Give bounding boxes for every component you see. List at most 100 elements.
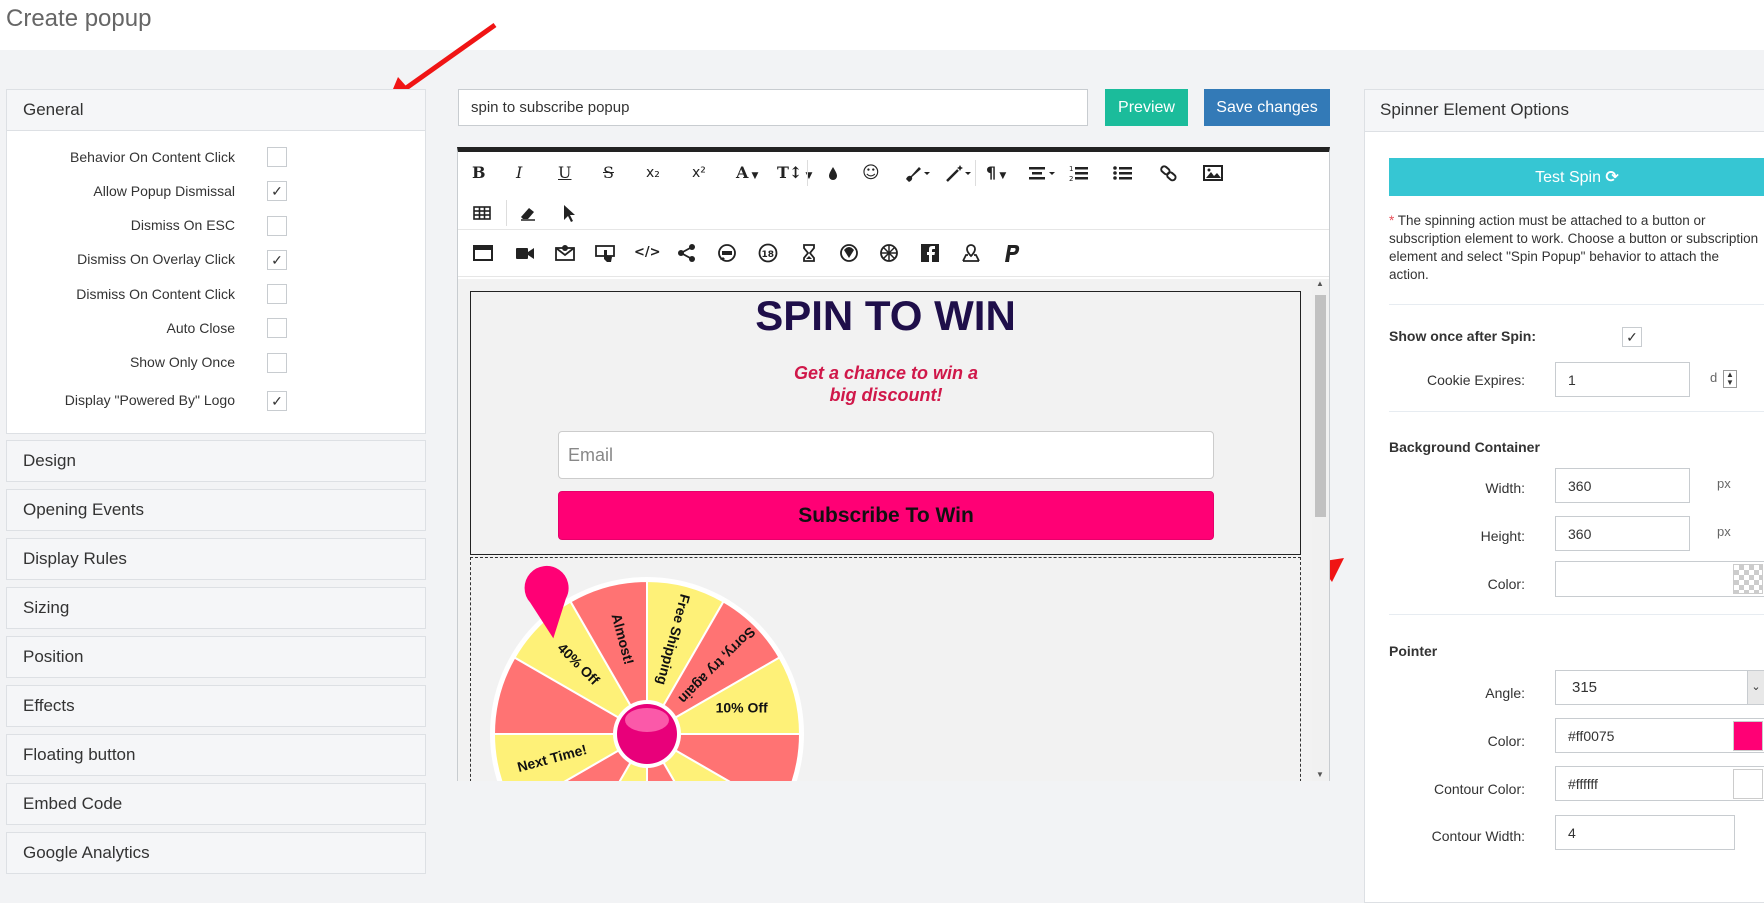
link-icon[interactable]: [1158, 160, 1180, 186]
toolbar-separator: [975, 160, 976, 186]
preview-button[interactable]: Preview: [1105, 89, 1188, 126]
bg-color-label: Color:: [1487, 576, 1525, 592]
strikethrough-button[interactable]: S: [603, 160, 614, 186]
facebook-icon[interactable]: [920, 240, 940, 266]
contour-color-swatch[interactable]: [1733, 769, 1763, 799]
svg-text:18: 18: [762, 250, 775, 260]
cookie-expires-label: Cookie Expires:: [1426, 372, 1525, 388]
caret-down-icon: ▼: [748, 171, 759, 181]
divider: [1389, 614, 1764, 615]
paragraph-icon[interactable]: ¶ ▼: [986, 160, 1006, 186]
page-title: Create popup: [6, 5, 152, 32]
checkbox-dismiss-on-overlay-click[interactable]: ✓: [267, 250, 287, 270]
editor: B I U S x₂ x² A ▼ T↕ ▼ ☺ ¶ ▼ 12 </> 18 S…: [457, 147, 1330, 781]
contour-width-label: Contour Width:: [1431, 828, 1525, 844]
contour-width-input[interactable]: [1555, 815, 1735, 850]
spinner-element[interactable]: Next Time! 40% Off Almost! Free Shipping Sor…: [470, 557, 1301, 781]
accordion-floating-button[interactable]: Floating button: [6, 734, 426, 776]
accordion-embed-code[interactable]: Embed Code: [6, 783, 426, 825]
bold-button[interactable]: B: [472, 160, 486, 186]
age-verification-icon[interactable]: 18: [756, 240, 780, 266]
width-unit: px: [1717, 476, 1731, 491]
cookie-expires-input[interactable]: [1555, 362, 1690, 397]
checkbox-show-only-once[interactable]: [267, 353, 287, 373]
italic-button[interactable]: I: [516, 160, 522, 186]
paint-brush-icon[interactable]: [902, 160, 932, 186]
emoji-icon[interactable]: ☺: [862, 160, 880, 186]
wheel-icon[interactable]: [878, 240, 900, 266]
font-family-button[interactable]: A ▼: [736, 160, 758, 186]
save-changes-button[interactable]: Save changes: [1204, 89, 1330, 126]
accordion-general[interactable]: General: [6, 89, 426, 131]
popup-subtitle: Get a chance to win a big discount!: [793, 363, 979, 405]
checkbox-allow-popup-dismissal[interactable]: ✓: [267, 181, 287, 201]
table-icon[interactable]: [472, 200, 492, 226]
align-center-icon[interactable]: [1024, 160, 1058, 186]
checkbox-dismiss-on-content-click[interactable]: [267, 284, 287, 304]
email-icon[interactable]: [554, 240, 576, 266]
show-once-checkbox[interactable]: ✓: [1622, 327, 1642, 347]
subscribe-button[interactable]: Subscribe To Win: [558, 491, 1214, 540]
popup-name-input[interactable]: [458, 89, 1088, 126]
code-icon[interactable]: </>: [634, 240, 661, 266]
panel-title: Spinner Element Options: [1365, 90, 1764, 132]
touch-button-icon[interactable]: [594, 240, 616, 266]
divider: [1389, 304, 1764, 305]
width-input[interactable]: [1555, 468, 1690, 503]
height-input[interactable]: [1555, 516, 1690, 551]
accordion-google-analytics[interactable]: Google Analytics: [6, 832, 426, 874]
accordion-display-rules[interactable]: Display Rules: [6, 538, 426, 580]
hourglass-icon[interactable]: [798, 240, 820, 266]
eraser-icon[interactable]: [518, 200, 538, 226]
window-icon[interactable]: [472, 240, 494, 266]
chevron-down-icon: ⌄: [1747, 671, 1764, 704]
map-marker-icon[interactable]: [960, 240, 982, 266]
toolbar-separator: [506, 200, 507, 226]
pointer-title: Pointer: [1389, 643, 1438, 659]
background-container-title: Background Container: [1389, 439, 1540, 455]
caret-down-icon: ▼: [996, 171, 1007, 181]
checkbox-dismiss-on-esc[interactable]: [267, 216, 287, 236]
popup-content[interactable]: SPIN TO WIN Get a chance to win a big di…: [470, 291, 1301, 555]
cookie-stepper[interactable]: ▲ ▼: [1723, 370, 1737, 388]
image-icon[interactable]: [1202, 160, 1224, 186]
required-star: *: [1389, 213, 1395, 228]
accordion-position[interactable]: Position: [6, 636, 426, 678]
paypal-icon[interactable]: [1000, 240, 1022, 266]
superscript-button[interactable]: x²: [692, 160, 706, 186]
toolbar-row: [458, 192, 1329, 234]
spin-wheel: Next Time!40% Off Almost! Free ShippingSor…: [490, 565, 804, 781]
chat-icon[interactable]: [716, 240, 738, 266]
scroll-thumb[interactable]: [1315, 295, 1326, 517]
scroll-down-icon[interactable]: ▼: [1316, 770, 1324, 779]
subscript-button[interactable]: x₂: [646, 160, 660, 186]
pointer-color-swatch[interactable]: [1733, 721, 1763, 751]
checkbox-auto-close[interactable]: [267, 318, 287, 338]
font-icon: A: [736, 163, 749, 182]
checkbox-powered-by-logo[interactable]: ✓: [267, 391, 287, 411]
cursor-icon[interactable]: [558, 200, 578, 226]
magic-wand-icon[interactable]: [943, 160, 973, 186]
top-bar: Create popup: [0, 0, 1764, 50]
underline-button[interactable]: U: [558, 160, 571, 186]
accordion-effects[interactable]: Effects: [6, 685, 426, 727]
option-label: Auto Close: [166, 320, 235, 336]
transparent-swatch[interactable]: [1733, 564, 1763, 594]
editor-scrollbar[interactable]: ▲ ▼: [1312, 279, 1329, 781]
video-icon[interactable]: [514, 240, 536, 266]
accordion-design[interactable]: Design: [6, 440, 426, 482]
unordered-list-icon[interactable]: [1112, 160, 1134, 186]
accordion-opening-events[interactable]: Opening Events: [6, 489, 426, 531]
test-spin-button[interactable]: Test Spin ⟳: [1389, 158, 1764, 196]
share-icon[interactable]: [676, 240, 698, 266]
checkbox-behavior-on-content-click[interactable]: [267, 147, 287, 167]
scroll-up-icon[interactable]: ▲: [1316, 279, 1324, 288]
email-field[interactable]: [558, 431, 1214, 479]
option-label: Dismiss On Content Click: [76, 286, 235, 302]
angle-select[interactable]: 315 ⌄: [1555, 670, 1764, 705]
coupon-icon[interactable]: [838, 240, 860, 266]
cookie-unit: d: [1710, 370, 1718, 385]
ordered-list-icon[interactable]: 12: [1068, 160, 1090, 186]
color-drop-icon[interactable]: [824, 160, 842, 186]
accordion-sizing[interactable]: Sizing: [6, 587, 426, 629]
